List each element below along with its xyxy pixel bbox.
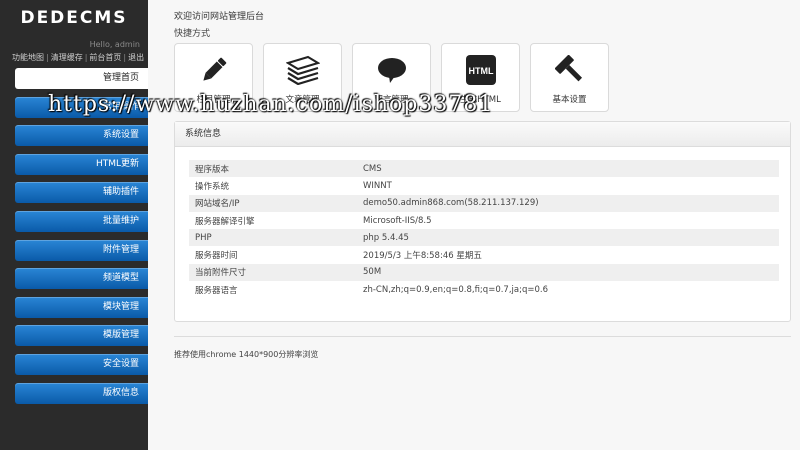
welcome-text: 欢迎访问网站管理后台 xyxy=(174,12,265,22)
system-info-table: 程序版本 CMS 操作系统 WINNT 网站域名/IP demo50.admin868… xyxy=(189,160,779,298)
html-icon-text: HTML xyxy=(468,66,493,76)
info-key: 服务器时间 xyxy=(195,251,238,262)
shortcut-label: 生成HTML xyxy=(460,95,501,105)
info-key: 服务器解译引擎 xyxy=(195,216,255,227)
main-content: 欢迎访问网站管理后台 快捷方式 栏目管理 文章管理 留言管理 HTML 生成HT… xyxy=(148,0,800,450)
shortcut-label: 留言管理 xyxy=(374,95,409,105)
table-row: 程序版本 CMS xyxy=(189,160,779,178)
info-key: 服务器语言 xyxy=(195,285,238,296)
info-key: 当前附件尺寸 xyxy=(189,263,357,282)
info-key: 操作系统 xyxy=(195,181,230,192)
sidebar-item-templates[interactable]: 模版管理 xyxy=(15,325,148,347)
info-value: 2019/5/3 上午8:58:46 星期五 xyxy=(363,251,482,262)
info-value: zh-CN,zh;q=0.9,en;q=0.8,fi;q=0.7,ja;q=0.… xyxy=(363,284,549,295)
user-greeting: Hello, admin xyxy=(89,40,140,49)
sidebar-item-system-settings[interactable]: 系统设置 xyxy=(15,125,148,147)
sidebar: DEDECMS Hello, admin 功能地图 | 清理缓存 | 前台首页 | 退出 管… xyxy=(0,0,148,450)
info-key: 程序版本 xyxy=(189,160,357,178)
speech-bubble-icon xyxy=(353,54,430,86)
sidebar-item-security[interactable]: 安全设置 xyxy=(15,353,148,375)
html-icon: HTML xyxy=(442,54,519,86)
info-key: 网站域名/IP xyxy=(189,194,357,212)
info-value: php 5.4.45 xyxy=(357,229,779,247)
shortcut-column-management[interactable]: 栏目管理 xyxy=(174,43,253,112)
pencil-icon xyxy=(175,54,252,86)
sidebar-item-modules[interactable]: 模块管理 xyxy=(15,296,148,318)
sidebar-item-channel-models[interactable]: 频道模型 xyxy=(15,268,148,290)
info-value: WINNT xyxy=(363,180,392,191)
sidebar-item-copyright[interactable]: 版权信息 xyxy=(15,382,148,404)
link-function-map[interactable]: 功能地图 xyxy=(12,53,44,62)
sidebar-item-attachments[interactable]: 附件管理 xyxy=(15,239,148,261)
sidebar-item-common-ops[interactable]: 常用操作 xyxy=(15,96,148,118)
link-clear-cache[interactable]: 清理缓存 xyxy=(51,53,83,62)
app-logo: DEDECMS xyxy=(20,8,128,28)
table-row: 操作系统 WINNT xyxy=(189,177,779,194)
sidebar-item-plugins[interactable]: 辅助插件 xyxy=(15,182,148,204)
shortcut-generate-html[interactable]: HTML 生成HTML xyxy=(441,43,520,112)
system-info-panel: 系统信息 程序版本 CMS 操作系统 WINNT 网站域名/IP demo50.adm… xyxy=(174,121,791,322)
info-value: demo50.admin868.com(58.211.137.129) xyxy=(357,194,779,212)
sidebar-item-html-update[interactable]: HTML更新 xyxy=(15,153,148,175)
shortcut-label: 文章管理 xyxy=(285,95,320,105)
link-logout[interactable]: 退出 xyxy=(128,53,144,62)
link-frontend-home[interactable]: 前台首页 xyxy=(89,53,121,62)
table-row: 服务器时间 2019/5/3 上午8:58:46 星期五 xyxy=(189,246,779,263)
shortcut-basic-settings[interactable]: 基本设置 xyxy=(530,43,609,112)
divider xyxy=(174,336,791,337)
shortcuts-heading: 快捷方式 xyxy=(174,29,211,39)
info-key: PHP xyxy=(189,229,357,247)
sidebar-item-batch-maintenance[interactable]: 批量维护 xyxy=(15,210,148,232)
table-row: 当前附件尺寸 50M xyxy=(189,263,779,282)
shortcuts: 栏目管理 文章管理 留言管理 HTML 生成HTML 基本设置 xyxy=(174,43,619,112)
shortcut-message-management[interactable]: 留言管理 xyxy=(352,43,431,112)
sidebar-item-admin-home[interactable]: 管理首页 xyxy=(15,68,148,89)
system-info-title: 系统信息 xyxy=(175,122,790,147)
shortcut-label: 基本设置 xyxy=(552,95,587,105)
hammer-icon xyxy=(531,54,608,86)
table-row: 服务器语言 zh-CN,zh;q=0.9,en;q=0.8,fi;q=0.7,ja… xyxy=(189,281,779,298)
info-value: CMS xyxy=(357,160,779,178)
top-links: 功能地图 | 清理缓存 | 前台首页 | 退出 xyxy=(12,53,145,62)
shortcut-label: 栏目管理 xyxy=(196,95,231,105)
table-row: PHP php 5.4.45 xyxy=(189,229,779,247)
document-stack-icon xyxy=(264,54,341,86)
shortcut-article-management[interactable]: 文章管理 xyxy=(263,43,342,112)
table-row: 网站域名/IP demo50.admin868.com(58.211.137.12… xyxy=(189,194,779,212)
info-value: Microsoft-IIS/8.5 xyxy=(363,215,432,226)
table-row: 服务器解译引擎 Microsoft-IIS/8.5 xyxy=(189,212,779,229)
browser-recommendation: 推荐使用chrome 1440*900分辨率浏览 xyxy=(174,350,319,359)
info-value: 50M xyxy=(357,263,779,282)
sidebar-menu: 管理首页 常用操作 系统设置 HTML更新 辅助插件 批量维护 附件管理 频道模… xyxy=(15,68,148,411)
